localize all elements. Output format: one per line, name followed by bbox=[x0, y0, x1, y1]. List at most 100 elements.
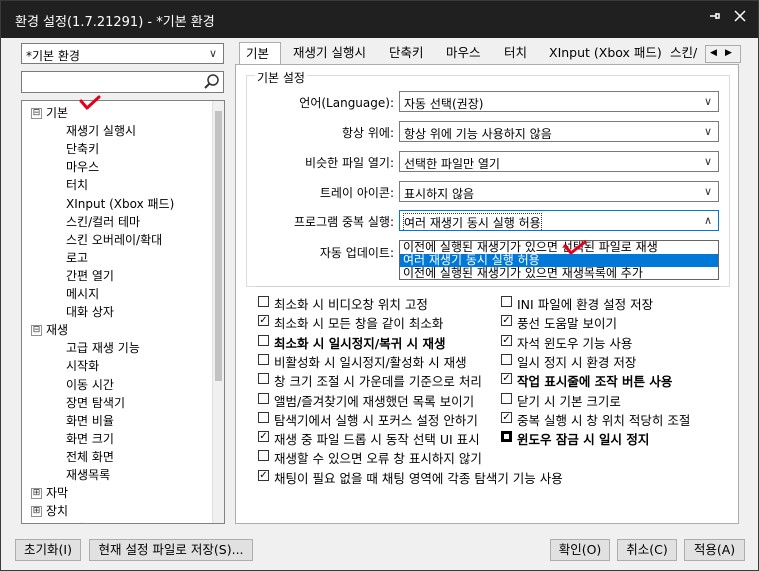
tree-expander-icon[interactable]: ⊞ bbox=[31, 488, 42, 500]
scrollbar-thumb[interactable] bbox=[215, 111, 222, 381]
tree-item[interactable]: 장면 탐색기 bbox=[66, 394, 125, 411]
tab-basic[interactable]: 기본 bbox=[239, 42, 281, 66]
tree-item[interactable]: 로고 bbox=[66, 249, 88, 266]
close-icon[interactable] bbox=[730, 9, 750, 29]
checkbox-label: 윈도우 잠금 시 일시 정지 bbox=[517, 432, 650, 448]
checkbox-label: 재생 중 파일 드롭 시 동작 선택 UI 표시 bbox=[274, 432, 480, 448]
tree-item[interactable]: 대화 상자 bbox=[66, 303, 114, 320]
save-to-file-button[interactable]: 현재 설정 파일로 저장(S)... bbox=[89, 539, 253, 561]
checkbox-icon[interactable]: ✓ bbox=[501, 315, 512, 327]
tree-search-input[interactable] bbox=[21, 71, 224, 93]
checkbox-icon[interactable] bbox=[258, 411, 269, 423]
tree-item[interactable]: 터치 bbox=[66, 176, 88, 193]
tree-item[interactable]: 장치 bbox=[46, 502, 68, 519]
checkbox-icon[interactable]: ✓ bbox=[258, 315, 269, 327]
setting-combo[interactable]: 여러 재생기 동시 실행 허용 ∧ bbox=[399, 210, 719, 231]
tree-item[interactable]: 재생기 실행시 bbox=[66, 122, 136, 139]
apply-button[interactable]: 적용(A) bbox=[684, 539, 745, 561]
checkbox-label: INI 파일에 환경 설정 저장 bbox=[517, 297, 654, 312]
checkbox-icon[interactable] bbox=[501, 296, 512, 307]
checkbox-icon[interactable]: ✓ bbox=[501, 373, 512, 385]
tree-item[interactable]: 스킨 오버레이/확대 bbox=[66, 231, 162, 248]
tree-expander-icon[interactable]: ⊞ bbox=[31, 506, 42, 518]
chevron-down-icon: ∨ bbox=[208, 47, 217, 60]
tree-item[interactable]: 재생 bbox=[46, 321, 68, 338]
tab-shortcuts[interactable]: 단축키 bbox=[383, 42, 430, 64]
setting-combo[interactable]: 선택한 파일만 열기 ∨ bbox=[399, 151, 719, 172]
checkbox-label: 풍선 도움말 보이기 bbox=[517, 316, 617, 332]
checkbox-icon[interactable] bbox=[258, 373, 269, 385]
tree-item[interactable]: 단축키 bbox=[66, 140, 99, 157]
checkbox-icon[interactable]: ✓ bbox=[258, 431, 269, 443]
tab-xinput[interactable]: XInput (Xbox 패드) bbox=[543, 42, 668, 64]
setting-combo[interactable]: 표시하지 않음 ∨ bbox=[399, 181, 719, 202]
title-bar[interactable]: 환경 설정(1.7.21291) - *기본 환경 bbox=[1, 1, 758, 38]
tree-item[interactable]: 화면 비율 bbox=[66, 412, 114, 429]
checkbox-icon[interactable]: ✓ bbox=[501, 334, 512, 346]
checkbox-label: 최소화 시 모든 창을 같이 최소화 bbox=[274, 316, 444, 332]
checkbox-icon[interactable] bbox=[258, 450, 269, 462]
tree-item[interactable]: 화면 크기 bbox=[66, 430, 114, 447]
setting-label: 트레이 아이콘: bbox=[319, 186, 394, 200]
setting-label: 비슷한 파일 열기: bbox=[305, 156, 394, 170]
ok-button[interactable]: 확인(O) bbox=[550, 539, 610, 561]
tree-item[interactable]: 고개/데모 bbox=[46, 520, 94, 523]
tree-item[interactable]: 자막 bbox=[46, 484, 68, 501]
profile-combo[interactable]: *기본 환경 ∨ bbox=[21, 43, 224, 64]
checkbox-label: 최소화 시 일시정지/복귀 시 재생 bbox=[274, 335, 446, 351]
checkbox-label: 앨범/즐겨찾기에 재생했던 목록 보이기 bbox=[274, 393, 475, 409]
chevron-down-icon: ∨ bbox=[703, 185, 712, 198]
setting-combo[interactable]: 항상 위에 기능 사용하지 않음 ∨ bbox=[399, 121, 719, 142]
tree-item[interactable]: XInput (Xbox 패드) bbox=[66, 195, 174, 212]
settings-tree[interactable]: ⊟ 기본 재생기 실행시 단축키 마우스 터치 XInput (Xbox 패드) 스킨/컬러 … bbox=[21, 100, 225, 524]
cancel-button[interactable]: 취소(C) bbox=[617, 539, 677, 561]
tree-item[interactable]: 간편 열기 bbox=[66, 267, 114, 284]
checkbox-icon[interactable] bbox=[258, 392, 269, 404]
tab-mouse[interactable]: 마우스 bbox=[440, 42, 487, 64]
setting-combo[interactable]: 자동 선택(권장) ∨ bbox=[399, 91, 719, 112]
chevron-down-icon: ∨ bbox=[703, 125, 712, 138]
tree-expander-icon[interactable]: ⊟ bbox=[31, 108, 42, 119]
tree-item[interactable]: 이동 시간 bbox=[66, 376, 114, 393]
dialog-body: *기본 환경 ∨ ⊟ 기본 재생기 실행시 단축키 마우스 터치 XInput (Xbox … bbox=[1, 38, 758, 570]
tree-item[interactable]: 시작화 bbox=[66, 357, 99, 374]
checkbox-icon[interactable] bbox=[501, 353, 512, 365]
setting-label: 언어(Language): bbox=[299, 96, 394, 110]
annotation-check-icon bbox=[563, 240, 587, 259]
tree-item[interactable]: 메시지 bbox=[66, 285, 99, 302]
tree-item[interactable]: 마우스 bbox=[66, 158, 99, 175]
tree-item[interactable]: 전체 화면 bbox=[66, 448, 114, 465]
tree-item[interactable]: 재생목록 bbox=[66, 466, 110, 483]
pin-icon[interactable] bbox=[705, 9, 725, 29]
checkbox-icon[interactable]: ✓ bbox=[501, 411, 512, 423]
chevron-up-icon: ∧ bbox=[703, 214, 712, 227]
checkbox-label: 탐색기에서 실행 시 포커스 설정 안하기 bbox=[274, 412, 478, 428]
tab-scroll-buttons: ◀ ▶ bbox=[705, 45, 741, 63]
reset-button[interactable]: 초기화(I) bbox=[15, 539, 81, 561]
tree-item[interactable]: 기본 bbox=[46, 104, 68, 121]
dropdown-option[interactable]: 이전에 실행된 재생기가 있으면 재생목록에 추가 bbox=[400, 267, 718, 280]
tab-scroll-left-icon[interactable]: ◀ bbox=[710, 46, 717, 61]
tree-expander-icon[interactable]: ⊟ bbox=[31, 325, 42, 337]
tree-scrollbar[interactable] bbox=[212, 101, 224, 523]
duplicate-run-dropdown-list[interactable]: 이전에 실행된 재생기가 있으면 선택된 파일로 재생 여러 재생기 동시 실행 … bbox=[399, 240, 719, 280]
checkbox-icon[interactable] bbox=[258, 353, 269, 365]
tab-skin[interactable]: 스킨/ bbox=[664, 42, 703, 64]
checkbox-icon[interactable] bbox=[501, 392, 512, 404]
checkbox-icon[interactable] bbox=[258, 296, 269, 307]
checkbox-icon[interactable] bbox=[501, 431, 512, 443]
checkbox-label: 재생할 수 있으면 오류 창 표시하지 않기 bbox=[274, 451, 482, 467]
annotation-check-icon bbox=[79, 95, 101, 114]
checkbox-icon[interactable] bbox=[258, 334, 269, 346]
tab-touch[interactable]: 터치 bbox=[498, 42, 533, 64]
tab-player-startup[interactable]: 재생기 실행시 bbox=[287, 42, 372, 64]
checkbox-label: 창 크기 조절 시 가운데를 기준으로 처리 bbox=[274, 374, 482, 390]
window-title: 환경 설정(1.7.21291) - *기본 환경 bbox=[15, 15, 215, 30]
chevron-down-icon: ∨ bbox=[703, 95, 712, 108]
tree-item[interactable]: 스킨/컬러 테마 bbox=[66, 213, 140, 230]
tab-scroll-right-icon[interactable]: ▶ bbox=[725, 46, 732, 61]
checkbox-icon[interactable]: ✓ bbox=[258, 469, 269, 481]
tree-item[interactable]: 고급 재생 기능 bbox=[66, 339, 140, 356]
separator bbox=[256, 286, 720, 287]
search-icon[interactable] bbox=[203, 73, 221, 94]
